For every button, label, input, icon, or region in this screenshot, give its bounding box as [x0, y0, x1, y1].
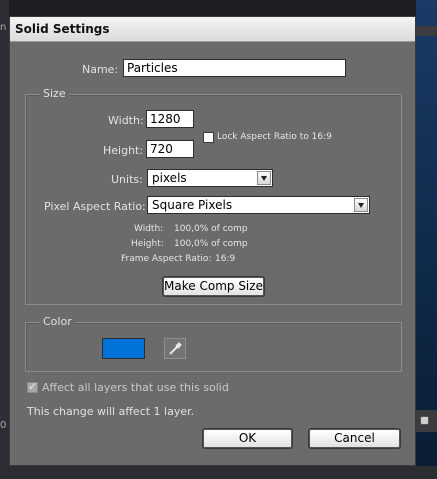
color-swatch[interactable] [102, 338, 145, 359]
background-text-fragment: n [0, 22, 7, 33]
units-select[interactable]: pixels [147, 169, 273, 187]
width-label: Width: [108, 114, 144, 127]
info-width-value: 100,0% of comp [174, 224, 248, 234]
affect-all-layers-checkbox[interactable] [27, 380, 38, 393]
pixel-aspect-ratio-label: Pixel Aspect Ratio: [44, 200, 146, 213]
info-frame-aspect-label: Frame Aspect Ratio: [121, 254, 212, 264]
affect-all-layers-label: Affect all layers that use this solid [42, 381, 229, 394]
background-composition-panel [416, 0, 437, 479]
units-select-value: pixels [152, 171, 187, 185]
background-panel-toolbar [416, 410, 437, 432]
height-label: Height: [103, 144, 144, 157]
background-app-left: n 0 [0, 0, 9, 479]
pixel-aspect-ratio-select[interactable]: Square Pixels [147, 196, 370, 214]
ok-button[interactable]: OK [203, 429, 292, 448]
info-width-label: Width: [134, 224, 164, 234]
make-comp-size-button[interactable]: Make Comp Size [163, 277, 264, 296]
lock-aspect-label: Lock Aspect Ratio to 16:9 [217, 132, 332, 142]
background-panel-button [420, 416, 429, 425]
cancel-button[interactable]: Cancel [309, 429, 400, 448]
change-note: This change will affect 1 layer. [27, 405, 195, 418]
color-group-legend: Color [40, 315, 75, 328]
name-label: Name: [82, 63, 119, 76]
dialog-titlebar[interactable]: Solid Settings [10, 17, 415, 42]
solid-settings-dialog: Solid Settings Name: Particles Size Widt… [9, 16, 416, 466]
background-bottom-bar [0, 466, 437, 479]
info-height-label: Height: [131, 239, 164, 249]
info-frame-aspect-value: 16:9 [215, 254, 236, 264]
pixel-aspect-ratio-value: Square Pixels [152, 198, 233, 212]
size-group-legend: Size [40, 87, 69, 100]
info-height-value: 100,0% of comp [174, 239, 248, 249]
units-label: Units: [111, 173, 143, 186]
background-panel-strip [416, 26, 437, 36]
lock-aspect-checkbox[interactable] [203, 132, 214, 143]
chevron-down-icon[interactable] [354, 198, 368, 212]
background-text-fragment-2: 0 [0, 420, 7, 431]
dialog-title: Solid Settings [15, 22, 110, 36]
height-input[interactable]: 720 [146, 140, 194, 158]
color-group [25, 322, 402, 372]
name-input[interactable]: Particles [123, 59, 346, 77]
eyedropper-icon[interactable] [164, 338, 186, 359]
width-input[interactable]: 1280 [146, 110, 194, 128]
chevron-down-icon[interactable] [257, 171, 271, 185]
